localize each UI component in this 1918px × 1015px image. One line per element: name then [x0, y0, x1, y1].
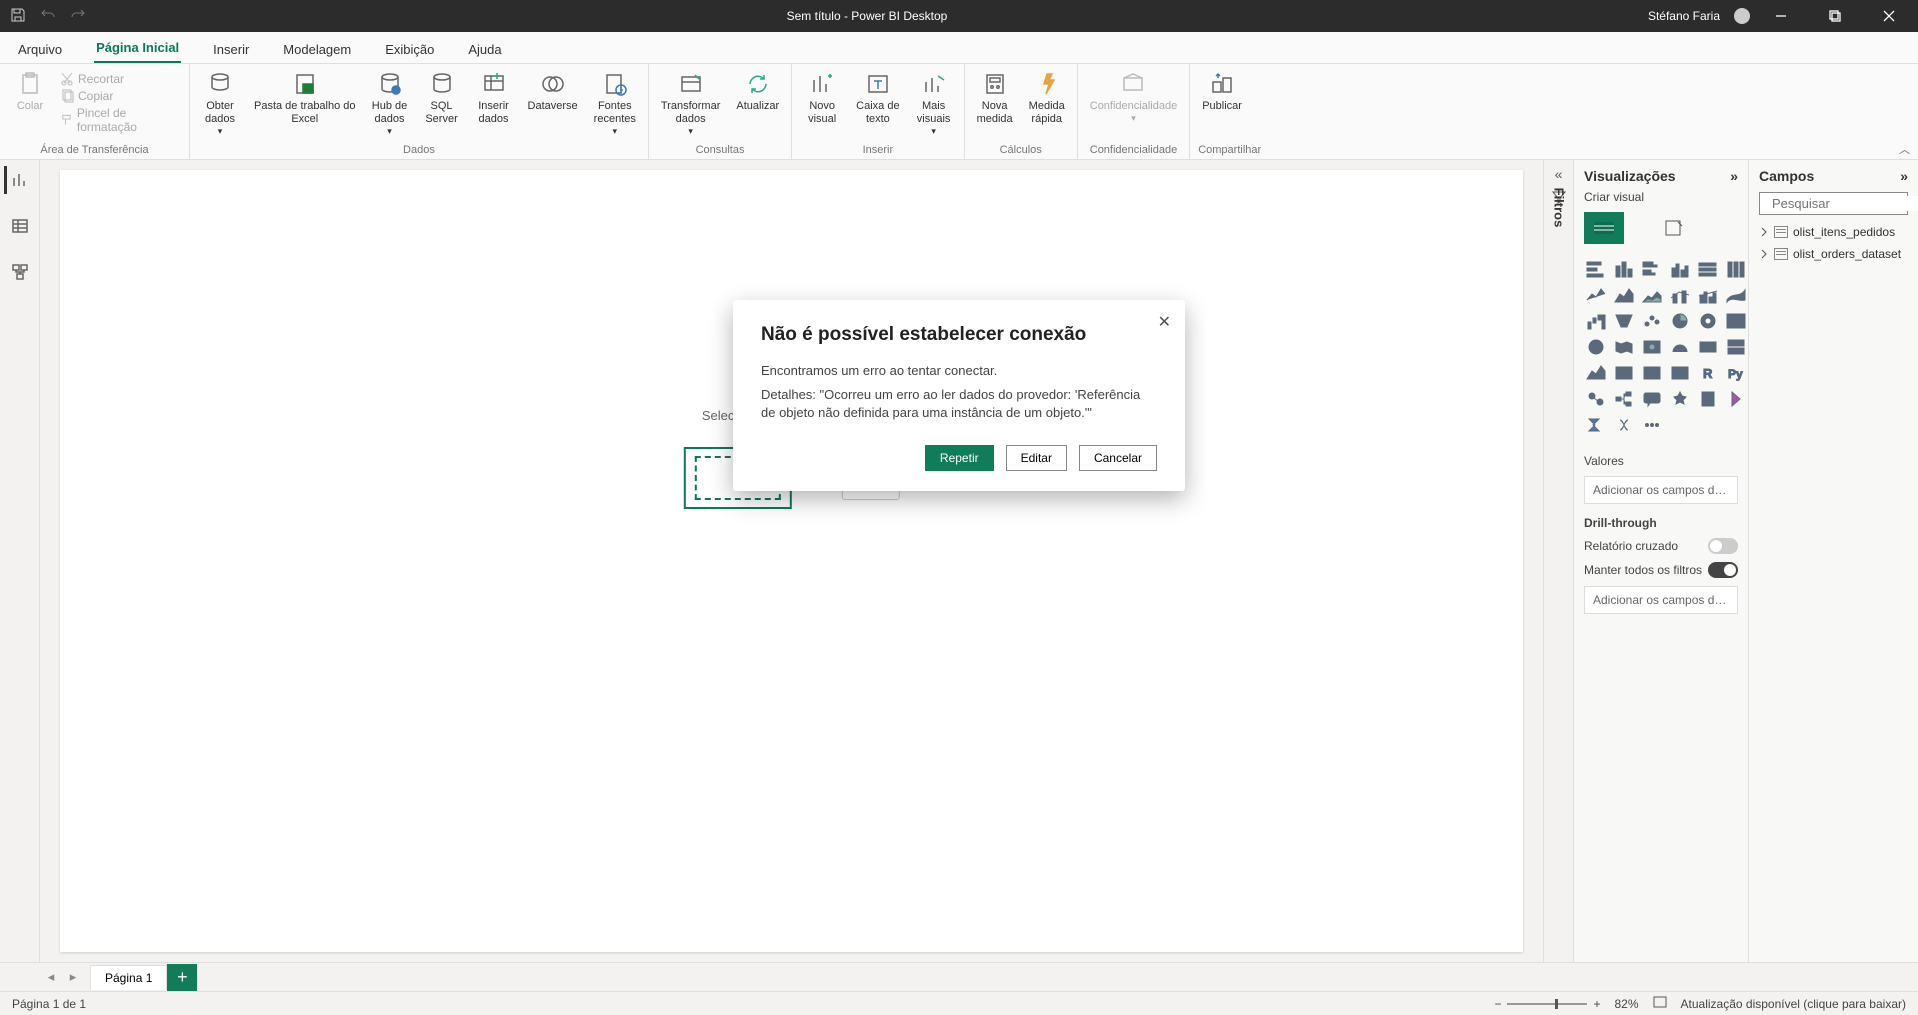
retry-button[interactable]: Repetir — [925, 445, 994, 471]
modal-overlay: ✕ Não é possível estabelecer conexão Enc… — [0, 0, 1918, 1015]
dialog-title: Não é possível estabelecer conexão — [761, 324, 1157, 346]
connection-error-dialog: ✕ Não é possível estabelecer conexão Enc… — [733, 300, 1185, 491]
dialog-message-1: Encontramos um erro ao tentar conectar. — [761, 362, 1157, 380]
dialog-close-button[interactable]: ✕ — [1158, 312, 1171, 332]
dialog-message-2: Detalhes: "Ocorreu um erro ao ler dados … — [761, 386, 1157, 422]
edit-button[interactable]: Editar — [1006, 445, 1067, 471]
cancel-button[interactable]: Cancelar — [1079, 445, 1157, 471]
